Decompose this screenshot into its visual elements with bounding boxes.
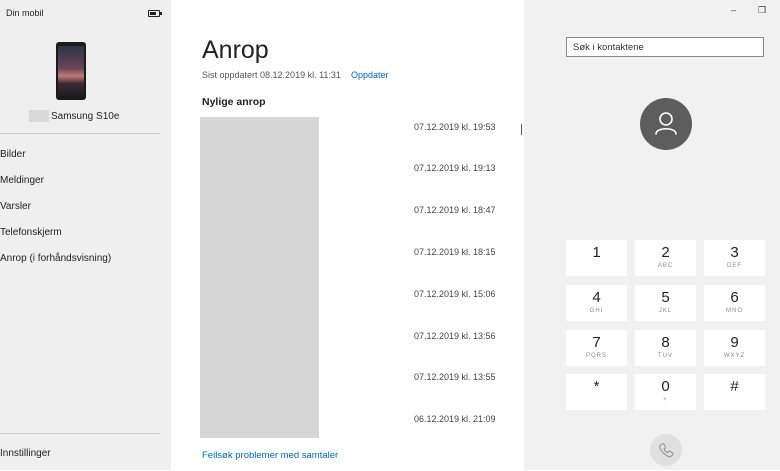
restore-button[interactable]: ❐ — [758, 5, 766, 16]
dial-key-star[interactable]: * — [566, 374, 627, 410]
dial-key-2[interactable]: 2 ABC — [635, 240, 696, 276]
call-time[interactable]: 07.12.2019 kl. 19:53 — [414, 122, 496, 132]
dial-key-4[interactable]: 4 GHI — [566, 285, 627, 321]
scrollbar[interactable] — [521, 124, 522, 135]
call-time[interactable]: 07.12.2019 kl. 19:13 — [414, 163, 496, 173]
redacted-contacts-block — [200, 117, 319, 438]
divider — [0, 133, 160, 134]
device-name: Samsung S10e — [51, 111, 120, 122]
sidebar-item-photos[interactable]: Bilder — [0, 149, 26, 160]
dial-key-9[interactable]: 9 WXYZ — [704, 330, 765, 366]
sidebar: Din mobil Samsung S10e Bilder Meldinger … — [0, 0, 171, 470]
sidebar-title: Din mobil — [6, 8, 44, 18]
sidebar-item-notifications[interactable]: Varsler — [0, 201, 31, 212]
dial-key-3[interactable]: 3 DEF — [704, 240, 765, 276]
call-time[interactable]: 07.12.2019 kl. 13:56 — [414, 331, 496, 341]
divider — [0, 433, 160, 434]
sidebar-item-settings[interactable]: Innstillinger — [0, 448, 51, 459]
dial-key-7[interactable]: 7 PQRS — [566, 330, 627, 366]
calls-panel: Anrop Sist oppdatert 08.12.2019 kl. 11:3… — [171, 0, 524, 470]
call-time[interactable]: 07.12.2019 kl. 18:47 — [414, 205, 496, 215]
phone-image — [56, 42, 86, 100]
recent-calls-heading: Nylige anrop — [202, 96, 266, 108]
dial-key-6[interactable]: 6 MNO — [704, 285, 765, 321]
last-updated-text: Sist oppdatert 08.12.2019 kl. 11:31 — [202, 70, 341, 80]
dial-key-8[interactable]: 8 TUV — [635, 330, 696, 366]
contact-search-input[interactable] — [566, 37, 764, 57]
dial-key-1[interactable]: 1 — [566, 240, 627, 276]
call-time[interactable]: 07.12.2019 kl. 18:15 — [414, 247, 496, 257]
contact-avatar-icon — [640, 98, 692, 150]
troubleshoot-link[interactable]: Feilsøk problemer med samtaler — [202, 450, 338, 461]
refresh-link[interactable]: Oppdater — [351, 70, 389, 80]
sidebar-item-calls[interactable]: Anrop (i forhåndsvisning) — [0, 253, 111, 264]
dial-key-5[interactable]: 5 JKL — [635, 285, 696, 321]
page-title: Anrop — [202, 36, 269, 64]
phone-call-icon — [659, 443, 674, 458]
call-time[interactable]: 07.12.2019 kl. 13:55 — [414, 372, 496, 382]
dialer-panel: – ❐ 1 2ABC 3DEF 4GHI 5JKL 6MNO 7PQRS 8TU… — [524, 0, 780, 470]
battery-icon — [148, 10, 162, 17]
call-time[interactable]: 06.12.2019 kl. 21:09 — [414, 414, 496, 424]
minimize-button[interactable]: – — [731, 5, 736, 15]
dial-key-hash[interactable]: # — [704, 374, 765, 410]
dial-key-0[interactable]: 0 + — [635, 374, 696, 410]
call-button[interactable] — [650, 434, 682, 466]
call-time[interactable]: 07.12.2019 kl. 15:06 — [414, 289, 496, 299]
sidebar-item-messages[interactable]: Meldinger — [0, 175, 44, 186]
redacted-name-box — [29, 110, 49, 122]
sidebar-item-phone-screen[interactable]: Telefonskjerm — [0, 227, 62, 238]
